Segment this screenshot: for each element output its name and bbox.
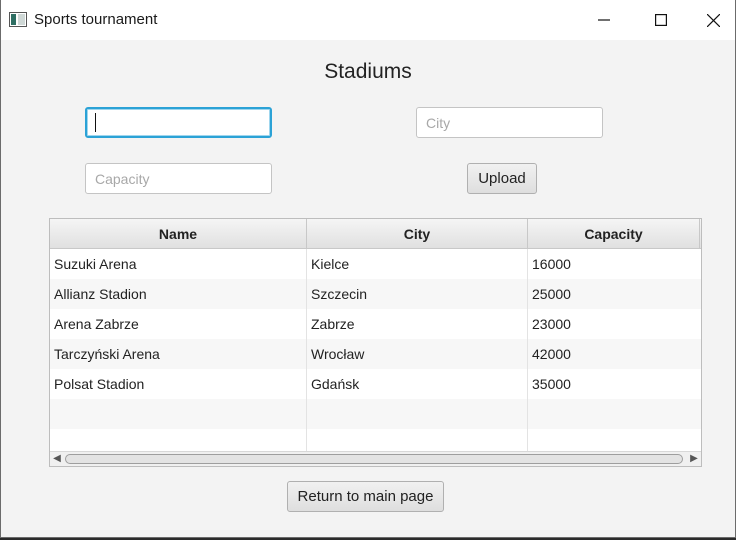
return-to-main-button[interactable]: Return to main page (287, 481, 444, 512)
close-button[interactable] (690, 0, 736, 40)
cell-name: Allianz Stadion (50, 279, 307, 309)
cell-city: Kielce (307, 249, 528, 279)
cell-capacity: 42000 (532, 346, 571, 362)
cell-name (50, 399, 307, 429)
cell-city: Wrocław (307, 339, 528, 369)
text-caret (95, 113, 96, 132)
app-window: Sports tournament Stadiums Upload Name C… (0, 0, 736, 538)
stadiums-table[interactable]: Name City Capacity Suzuki Arena Kielce 1… (49, 218, 702, 467)
table-body: Suzuki Arena Kielce 16000 Allianz Stadio… (50, 249, 701, 459)
cell-name: Tarczyński Arena (50, 339, 307, 369)
cell-capacity: 35000 (532, 376, 571, 392)
cell-name: Polsat Stadion (50, 369, 307, 399)
cell-city: Zabrze (307, 309, 528, 339)
window-title: Sports tournament (34, 11, 158, 28)
column-header-city[interactable]: City (307, 219, 528, 249)
scrollbar-thumb[interactable] (65, 454, 683, 464)
column-header-name[interactable]: Name (50, 219, 307, 249)
cell-capacity: 16000 (532, 256, 571, 272)
minimize-icon (598, 19, 610, 21)
cell-capacity (528, 399, 701, 429)
horizontal-scrollbar[interactable]: ◀ ▶ (50, 451, 701, 466)
city-field[interactable] (416, 107, 603, 138)
maximize-button[interactable] (632, 0, 690, 40)
cell-city (307, 399, 528, 429)
table-row-empty (50, 399, 701, 429)
cell-name: Arena Zabrze (50, 309, 307, 339)
close-icon (706, 13, 720, 27)
cell-name: Suzuki Arena (50, 249, 307, 279)
table-row[interactable]: Polsat Stadion Gdańsk 35000 (50, 369, 701, 399)
table-row[interactable]: Allianz Stadion Szczecin 25000 (50, 279, 701, 309)
scroll-right-icon[interactable]: ▶ (687, 452, 701, 466)
minimize-button[interactable] (575, 0, 633, 40)
cell-capacity: 23000 (532, 316, 571, 332)
capacity-field[interactable] (85, 163, 272, 194)
table-row[interactable]: Suzuki Arena Kielce 16000 (50, 249, 701, 279)
table-row[interactable]: Arena Zabrze Zabrze 23000 (50, 309, 701, 339)
title-bar[interactable]: Sports tournament (1, 0, 735, 40)
scroll-left-icon[interactable]: ◀ (50, 452, 64, 466)
app-icon (9, 12, 27, 27)
name-field[interactable] (85, 107, 272, 138)
table-row[interactable]: Tarczyński Arena Wrocław 42000 (50, 339, 701, 369)
upload-button[interactable]: Upload (467, 163, 537, 194)
cell-city: Szczecin (307, 279, 528, 309)
column-header-capacity[interactable]: Capacity (528, 219, 700, 249)
cell-city: Gdańsk (307, 369, 528, 399)
maximize-icon (655, 14, 667, 26)
page-title: Stadiums (324, 60, 412, 83)
table-header: Name City Capacity (50, 219, 701, 249)
cell-capacity: 25000 (532, 286, 571, 302)
